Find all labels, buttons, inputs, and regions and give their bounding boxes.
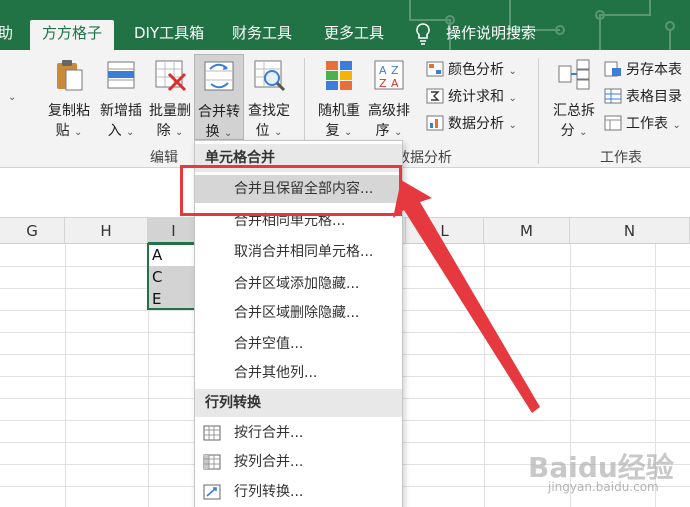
worksheet-menu[interactable]: 工作表 ⌄ [604, 114, 681, 136]
menu-item-merge-by-row[interactable]: 按行合并... [195, 419, 402, 447]
chevron-down-icon[interactable]: ⌄ [8, 92, 16, 103]
tab-search[interactable]: 操作说明搜索 [446, 20, 536, 50]
table-index-icon [604, 88, 622, 104]
merge-convert-button[interactable]: 合并转 换 ⌄ [194, 54, 244, 140]
tab-fangfang[interactable]: 方方格子 [30, 20, 115, 50]
insert-rows-icon [107, 61, 135, 89]
magnifier-grid-icon [254, 60, 286, 92]
svg-text:Z: Z [379, 77, 387, 90]
split-sheets-icon [558, 59, 590, 90]
delete-grid-icon [155, 60, 187, 92]
highlight-box [180, 165, 402, 216]
transpose-icon [203, 484, 221, 500]
advanced-sort-button[interactable]: A Z Z A 高级排 序 ⌄ [364, 58, 414, 140]
batch-delete-button[interactable]: 批量删 除 ⌄ [146, 58, 194, 140]
rows-grid-icon [203, 425, 221, 441]
random-repeat-button[interactable]: 随机重 复 ⌄ [314, 58, 364, 140]
tab-help[interactable]: 助 [0, 20, 13, 50]
chart-icon [426, 115, 444, 131]
group-label-worksheet: 工作表 [600, 150, 642, 166]
column-header-m[interactable]: M [484, 218, 570, 244]
menu-item-transpose[interactable]: 行列转换... [195, 478, 402, 506]
ribbon-tab-bar: 助 方方格子 DIY工具箱 财务工具 更多工具 操作说明搜索 [0, 0, 690, 50]
column-header-h[interactable]: H [65, 218, 148, 244]
find-locate-button[interactable]: 查找定 位 ⌄ [244, 58, 294, 140]
tab-more-tools[interactable]: 更多工具 [324, 20, 384, 50]
ribbon-divider [538, 58, 539, 164]
stat-sum-menu[interactable]: 统计求和 ⌄ [426, 87, 517, 109]
menu-item-unmerge-same[interactable]: 取消合并相同单元格... [195, 238, 402, 266]
menu-item-merge-other-columns[interactable]: 合并其他列... [195, 359, 402, 387]
group-label-data-analysis: 数据分析 [396, 150, 452, 166]
circuit-decoration [409, 0, 675, 50]
add-insert-button[interactable]: 新增插 入 ⌄ [96, 58, 146, 140]
column-header-g[interactable]: G [0, 218, 65, 244]
sum-icon [426, 88, 444, 104]
tab-diy-toolbox[interactable]: DIY工具箱 [134, 20, 204, 50]
menu-item-merge-add-hidden[interactable]: 合并区域添加隐藏... [195, 270, 402, 298]
columns-grid-icon [203, 454, 221, 470]
svg-text:Z: Z [391, 64, 399, 77]
menu-item-merge-empty[interactable]: 合并空值... [195, 330, 402, 358]
excel-window: 助 方方格子 DIY工具箱 财务工具 更多工具 操作说明搜索 ⌄ 复制粘 贴 ⌄… [0, 0, 690, 507]
svg-text:A: A [391, 77, 399, 90]
color-analysis-menu[interactable]: 颜色分析 ⌄ [426, 60, 517, 82]
color-blocks-icon [326, 61, 352, 90]
menu-item-merge-remove-hidden[interactable]: 合并区域删除隐藏... [195, 299, 402, 327]
summary-split-button[interactable]: 汇总拆 分 ⌄ [548, 58, 600, 140]
group-label-edit: 编辑 [150, 150, 178, 166]
menu-section-row-col-convert: 行列转换 [195, 389, 402, 417]
menu-item-merge-by-column[interactable]: 按列合并... [195, 448, 402, 476]
selection-border [147, 243, 200, 310]
color-grid-icon [426, 61, 444, 77]
lightbulb-icon [416, 23, 430, 45]
tab-finance-tools[interactable]: 财务工具 [232, 20, 292, 50]
worksheet-icon [604, 115, 622, 131]
column-header-n[interactable]: N [570, 218, 690, 244]
save-sheet-button[interactable]: 另存本表 [604, 60, 682, 80]
merge-cells-icon [204, 61, 234, 91]
column-header-l[interactable]: L [406, 218, 484, 244]
data-analysis-menu[interactable]: 数据分析 ⌄ [426, 114, 517, 136]
svg-text:A: A [379, 64, 387, 77]
column-header-i[interactable]: I [148, 218, 200, 244]
sort-az-icon: A Z Z A [374, 60, 404, 90]
clipboard-icon [57, 60, 83, 91]
save-sheet-icon [604, 61, 621, 77]
copy-paste-button[interactable]: 复制粘 贴 ⌄ [42, 58, 96, 140]
watermark-url: jingyan.baidu.com [548, 480, 659, 494]
sheet-index-button[interactable]: 表格目录 [604, 87, 682, 107]
